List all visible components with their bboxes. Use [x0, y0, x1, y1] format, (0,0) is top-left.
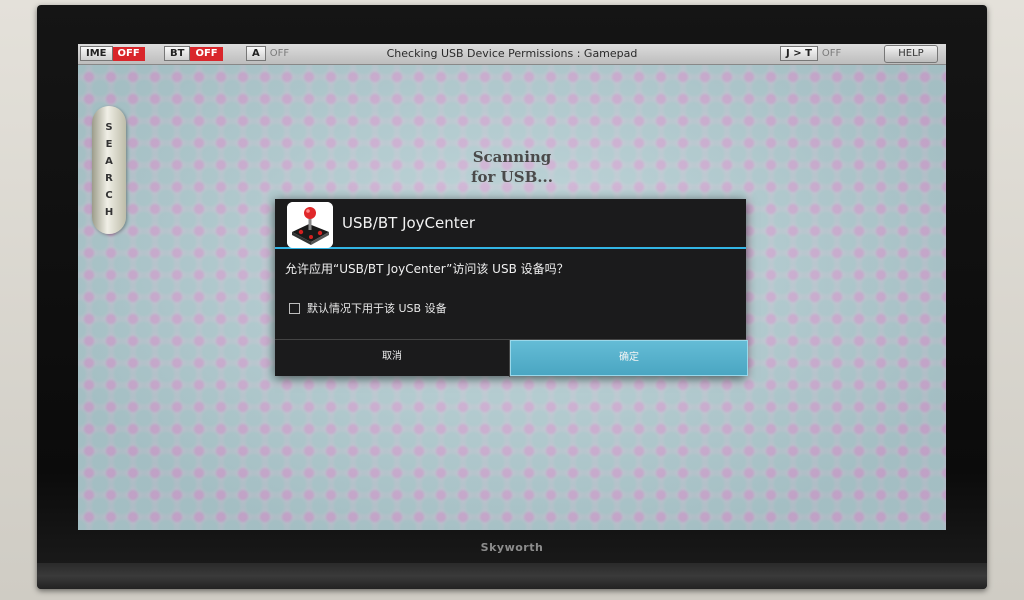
- status-bar: IME OFF BT OFF A OFF Checking USB Device…: [78, 44, 946, 65]
- joystick-icon: [287, 202, 333, 248]
- jt-state: OFF: [821, 48, 842, 59]
- tv-brand-logo: Skyworth: [480, 541, 544, 554]
- dialog-buttons: 取消 确定: [275, 339, 748, 377]
- scanning-status: Scanning for USB...: [78, 147, 946, 187]
- search-letter: C: [105, 190, 113, 201]
- default-use-checkbox[interactable]: [289, 302, 300, 314]
- search-letter: S: [105, 122, 113, 133]
- scanning-line-1: Scanning: [472, 148, 552, 166]
- help-button[interactable]: HELP: [884, 45, 938, 63]
- default-use-option[interactable]: 默认情况下用于该 USB 设备: [289, 300, 447, 316]
- cancel-button[interactable]: 取消: [275, 340, 510, 377]
- scanning-line-2: for USB...: [471, 168, 553, 186]
- ok-button[interactable]: 确定: [510, 340, 748, 376]
- tv-stand-strip: [37, 563, 987, 589]
- jt-label: J > T: [780, 46, 818, 61]
- usb-permission-dialog: USB/BT JoyCenter 允许应用“USB/BT JoyCenter”访…: [275, 199, 748, 377]
- default-use-label: 默认情况下用于该 USB 设备: [307, 302, 447, 315]
- dialog-header: USB/BT JoyCenter: [275, 199, 746, 249]
- tv-screen: IME OFF BT OFF A OFF Checking USB Device…: [78, 44, 946, 530]
- jt-toggle[interactable]: J > T OFF: [780, 46, 845, 61]
- search-letter: H: [104, 207, 114, 218]
- dialog-message: 允许应用“USB/BT JoyCenter”访问该 USB 设备吗？: [285, 262, 569, 276]
- dialog-title: USB/BT JoyCenter: [342, 214, 476, 232]
